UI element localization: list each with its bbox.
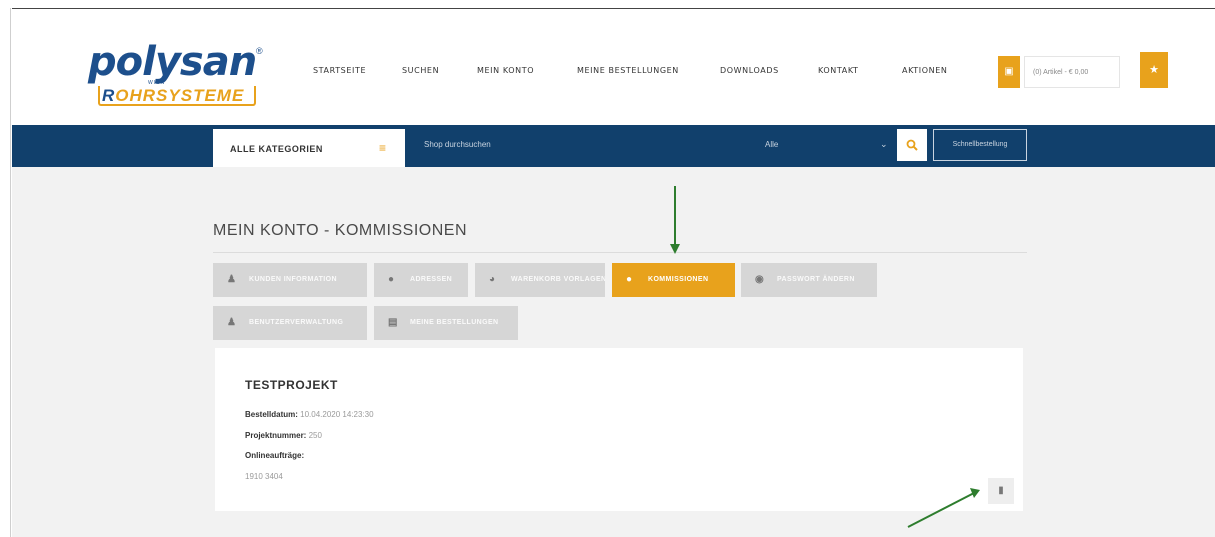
delete-button[interactable]: ▮ [988,478,1014,504]
search-input[interactable]: Shop durchsuchen [424,140,491,149]
project-number-label: Projektnummer: [245,431,307,440]
tab-label: KUNDEN INFORMATION [249,276,337,283]
user-icon: ♟ [227,317,237,328]
order-date-row: Bestelldatum: 10.04.2020 14:23:30 [245,410,374,419]
basket-icon: ◕ [489,274,496,285]
nav-meine-bestellungen[interactable]: MEINE BESTELLUNGEN [577,66,679,75]
order-date-value: 10.04.2020 14:23:30 [300,410,374,419]
left-border [10,8,11,537]
nav-mein-konto[interactable]: MEIN KONTO [477,66,534,75]
logo-subtitle: ROHRSYSTEME [102,86,245,105]
online-orders-label: Onlineaufträge: [245,451,305,460]
project-number-row: Projektnummer: 250 [245,431,322,440]
tab-benutzerverwaltung[interactable]: ♟ BENUTZERVERWALTUNG [213,306,367,340]
user-icon: ♟ [227,274,237,285]
favorites-star-icon[interactable]: ★ [1140,52,1168,88]
online-orders-label-row: Onlineaufträge: [245,451,304,460]
commission-card: TESTPROJEKT Bestelldatum: 10.04.2020 14:… [215,348,1023,511]
shield-icon: ◉ [755,274,765,285]
commission-title: TESTPROJEKT [245,378,338,392]
nav-aktionen[interactable]: AKTIONEN [902,66,947,75]
logo-wordmark: polysan [88,39,257,85]
tab-kommissionen[interactable]: ● KOMMISSIONEN [612,263,735,297]
tab-label: PASSWORT ÄNDERN [777,276,855,283]
orders-icon: ▤ [388,317,398,328]
nav-downloads[interactable]: DOWNLOADS [720,66,779,75]
hamburger-menu-icon: ≡ [379,141,387,155]
nav-suchen[interactable]: SUCHEN [402,66,439,75]
cart-icon[interactable]: ▣ [998,56,1020,88]
page-title: MEIN KONTO - KOMMISSIONEN [213,222,467,239]
title-divider [213,252,1027,253]
tab-meine-bestellungen[interactable]: ▤ MEINE BESTELLUNGEN [374,306,518,340]
tab-label: KOMMISSIONEN [648,276,709,283]
tab-passwort-aendern[interactable]: ◉ PASSWORT ÄNDERN [741,263,877,297]
map-pin-icon: ● [626,274,633,285]
tab-label: BENUTZERVERWALTUNG [249,319,344,326]
all-categories-label: ALLE KATEGORIEN [230,144,323,154]
chevron-down-icon[interactable]: ⌄ [880,139,888,150]
polysan-logo[interactable]: polysan ® WIEN ROHRSYSTEME [88,42,266,108]
nav-startseite[interactable]: STARTSEITE [313,66,366,75]
tab-adressen[interactable]: ● ADRESSEN [374,263,468,297]
quick-order-button[interactable]: Schnellbestellung [933,129,1027,161]
top-border [12,8,1215,9]
search-filter-select[interactable]: Alle [765,140,778,149]
trash-icon: ▮ [998,485,1004,496]
map-pin-icon: ● [388,274,395,285]
search-icon [906,139,918,151]
tab-label: WARENKORB VORLAGEN [511,276,605,283]
search-bar [12,125,1215,167]
search-button[interactable] [897,129,927,161]
online-orders-value[interactable]: 1910 3404 [245,472,283,481]
project-number-value: 250 [308,431,322,440]
nav-kontakt[interactable]: KONTAKT [818,66,859,75]
cart-summary[interactable]: (0) Artikel - € 0,00 [1024,56,1120,88]
tab-label: MEINE BESTELLUNGEN [410,319,499,326]
tab-warenkorb-vorlagen[interactable]: ◕ WARENKORB VORLAGEN [475,263,605,297]
online-orders-value-row: 1910 3404 [245,472,283,481]
tab-label: ADRESSEN [410,276,453,283]
tab-kunden-information[interactable]: ♟ KUNDEN INFORMATION [213,263,367,297]
all-categories-dropdown[interactable]: ALLE KATEGORIEN ≡ [213,129,405,167]
logo-registered-mark: ® [256,46,263,56]
order-date-label: Bestelldatum: [245,410,298,419]
